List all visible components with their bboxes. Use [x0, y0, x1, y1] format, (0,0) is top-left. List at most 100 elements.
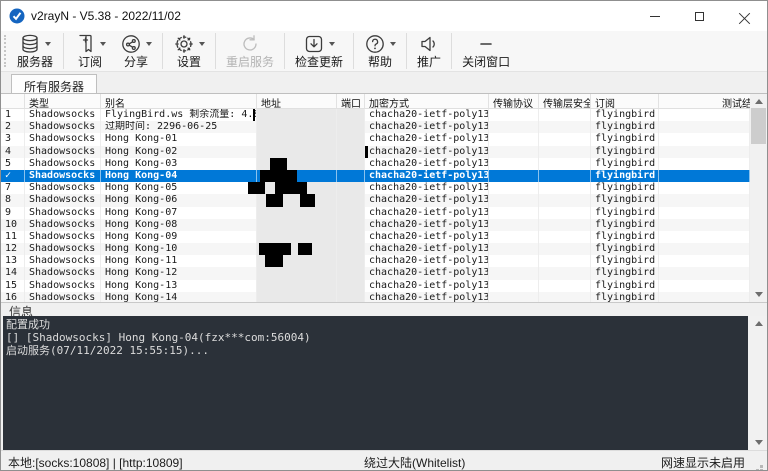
cell-transport	[489, 121, 539, 133]
cell-port	[337, 109, 365, 121]
close-button[interactable]	[722, 1, 767, 31]
chevron-down-icon[interactable]	[199, 42, 205, 46]
server-row[interactable]: 8ShadowsocksHong Kong-06chacha20-ietf-po…	[1, 194, 750, 206]
console-scrollbar[interactable]	[750, 316, 767, 450]
cell-test-result	[659, 255, 750, 267]
info-panel: 信息 配置成功[] [Shadowsocks] Hong Kong-04(fzx…	[1, 303, 767, 450]
cell-subscription: flyingbird	[591, 207, 659, 219]
column-header-subscription[interactable]: 订阅	[591, 94, 659, 108]
redaction-block	[270, 158, 287, 170]
cell-subscription: flyingbird	[591, 109, 659, 121]
toolbar-button-check-update[interactable]: 检查更新	[288, 32, 350, 71]
server-row[interactable]: 3ShadowsocksHong Kong-01chacha20-ietf-po…	[1, 133, 750, 145]
server-row[interactable]: 16ShadowsocksHong Kong-14chacha20-ietf-p…	[1, 292, 750, 302]
cell-transport	[489, 231, 539, 243]
log-console[interactable]: 配置成功[] [Shadowsocks] Hong Kong-04(fzx***…	[3, 316, 748, 450]
cell-test-result	[659, 280, 750, 292]
column-header-tls[interactable]: 传输层安全	[539, 94, 591, 108]
chevron-down-icon[interactable]	[329, 42, 335, 46]
settings-icon	[173, 33, 195, 55]
cell-test-result	[659, 292, 750, 302]
cell-port	[337, 146, 365, 158]
toolbar-button-help[interactable]: 帮助	[357, 32, 403, 71]
cell-encryption: chacha20-ietf-poly1305	[365, 255, 489, 267]
server-row[interactable]: 14ShadowsocksHong Kong-12chacha20-ietf-p…	[1, 267, 750, 279]
server-row[interactable]: 13ShadowsocksHong Kong-11chacha20-ietf-p…	[1, 255, 750, 267]
toolbar-button-settings[interactable]: 设置	[166, 32, 212, 71]
server-row[interactable]: 9ShadowsocksHong Kong-07chacha20-ietf-po…	[1, 207, 750, 219]
column-header-transport[interactable]: 传输协议	[489, 94, 539, 108]
cell-port	[337, 219, 365, 231]
resize-grip-icon[interactable]	[760, 465, 763, 468]
cell-transport	[489, 280, 539, 292]
toolbar-button-label: 订阅	[78, 55, 102, 69]
cell-test-result	[659, 109, 750, 121]
toolbar-button-subscription[interactable]: 订阅	[67, 32, 113, 71]
server-row[interactable]: 15ShadowsocksHong Kong-13chacha20-ietf-p…	[1, 280, 750, 292]
cell-index: 4	[1, 146, 25, 158]
tab-all-servers[interactable]: 所有服务器	[11, 74, 97, 93]
redaction-block	[266, 194, 283, 206]
column-header-encryption[interactable]: 加密方式	[365, 94, 489, 108]
cell-transport	[489, 194, 539, 206]
column-header-address[interactable]: 地址	[257, 94, 337, 108]
cell-type: Shadowsocks	[25, 170, 101, 182]
toolbar-button-restart[interactable]: 重启服务	[219, 32, 281, 71]
scroll-up-icon[interactable]	[750, 94, 767, 109]
cell-type: Shadowsocks	[25, 255, 101, 267]
cell-type: Shadowsocks	[25, 194, 101, 206]
scroll-down-icon[interactable]	[750, 287, 767, 302]
cell-address	[257, 158, 337, 170]
chevron-down-icon[interactable]	[100, 42, 106, 46]
minimize-button[interactable]	[632, 1, 677, 31]
server-row[interactable]: 10ShadowsocksHong Kong-08chacha20-ietf-p…	[1, 219, 750, 231]
chevron-down-icon[interactable]	[390, 42, 396, 46]
cell-alias: Hong Kong-01	[101, 133, 257, 145]
chevron-down-icon[interactable]	[45, 42, 51, 46]
cell-test-result	[659, 194, 750, 206]
toolbar-button-close-window[interactable]: 关闭窗口	[455, 32, 517, 71]
cell-transport	[489, 158, 539, 170]
server-row-selected[interactable]: ✓ShadowsocksHong Kong-04chacha20-ietf-po…	[1, 170, 750, 182]
server-row[interactable]: 7ShadowsocksHong Kong-05chacha20-ietf-po…	[1, 182, 750, 194]
column-header-type[interactable]: 类型	[25, 94, 101, 108]
console-scroll-up-icon[interactable]	[750, 316, 767, 331]
netspeed-status[interactable]: 网速显示未启用	[661, 454, 745, 471]
column-header-port[interactable]: 端口	[337, 94, 365, 108]
maximize-icon	[695, 12, 704, 21]
toolbar-grip	[4, 35, 7, 67]
table-scrollbar[interactable]	[750, 94, 767, 302]
scroll-thumb[interactable]	[751, 108, 766, 144]
cell-alias: Hong Kong-07	[101, 207, 257, 219]
toolbar-button-share[interactable]: 分享	[113, 32, 159, 71]
cell-subscription: flyingbird	[591, 158, 659, 170]
server-row[interactable]: 12ShadowsocksHong Kong-10chacha20-ietf-p…	[1, 243, 750, 255]
titlebar: v2rayN - V5.38 - 2022/11/02	[1, 1, 767, 31]
server-row[interactable]: 1ShadowsocksFlyingBird.ws 剩余流量: 4.88TBch…	[1, 109, 750, 121]
cell-encryption: chacha20-ietf-poly1305	[365, 292, 489, 302]
server-row[interactable]: 5ShadowsocksHong Kong-03chacha20-ietf-po…	[1, 158, 750, 170]
server-row[interactable]: 2Shadowsocks过期时间: 2296-06-25chacha20-iet…	[1, 121, 750, 133]
chevron-down-icon[interactable]	[146, 42, 152, 46]
column-header-index[interactable]	[1, 94, 25, 108]
cell-encryption: chacha20-ietf-poly1305	[365, 207, 489, 219]
toolbar-button-server[interactable]: 服务器	[10, 32, 60, 71]
cell-alias: Hong Kong-06	[101, 194, 257, 206]
cell-address	[257, 194, 337, 206]
cell-alias: 过期时间: 2296-06-25	[101, 121, 257, 133]
server-row[interactable]: 4ShadowsocksHong Kong-02chacha20-ietf-po…	[1, 146, 750, 158]
server-row[interactable]: 11ShadowsocksHong Kong-09chacha20-ietf-p…	[1, 231, 750, 243]
console-scroll-down-icon[interactable]	[750, 435, 767, 450]
cell-address	[257, 255, 337, 267]
cell-index: 7	[1, 182, 25, 194]
toolbar-separator	[162, 33, 163, 69]
routing-mode-status[interactable]: 绕过大陆(Whitelist)	[364, 454, 465, 471]
toolbar-button-promotion[interactable]: 推广	[410, 32, 448, 71]
maximize-button[interactable]	[677, 1, 722, 31]
cell-alias: Hong Kong-14	[101, 292, 257, 302]
column-header-alias[interactable]: 别名	[101, 94, 257, 108]
cell-port	[337, 292, 365, 302]
cell-transport	[489, 133, 539, 145]
share-icon	[120, 33, 142, 55]
cell-type: Shadowsocks	[25, 243, 101, 255]
